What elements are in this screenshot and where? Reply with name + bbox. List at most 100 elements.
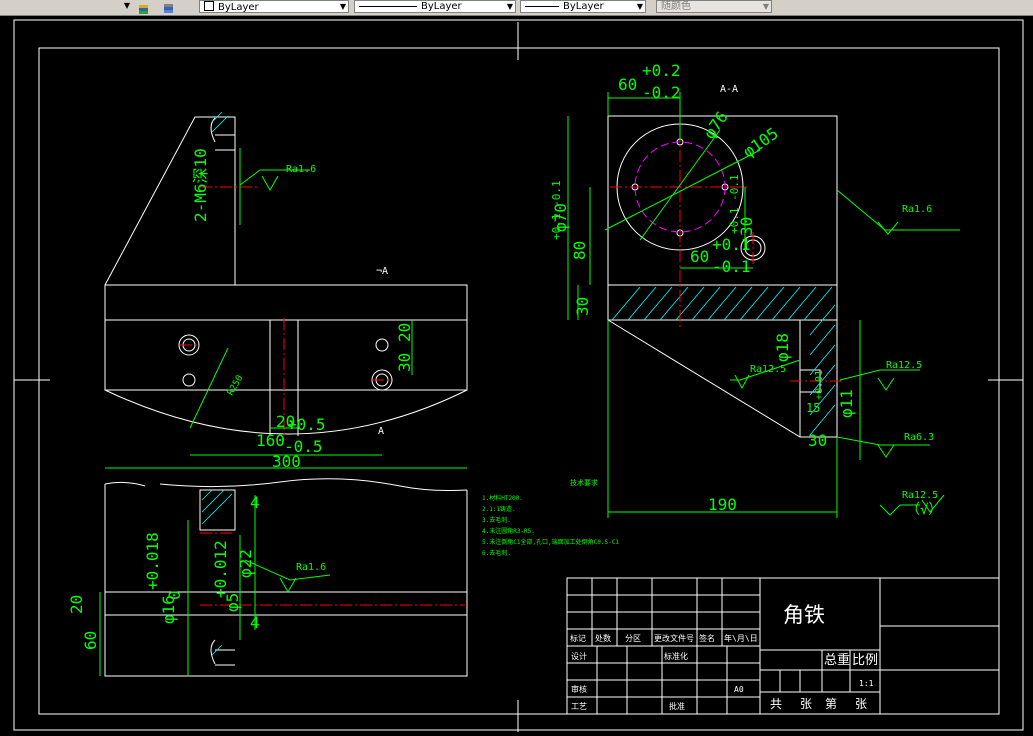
rough-r1: Ra12.5 [886, 360, 922, 371]
rough-r2: Ra6.3 [904, 432, 934, 443]
tb-design: 设计 [571, 651, 587, 661]
dim-20c: 20 [67, 595, 86, 614]
dim-15-tol: +0.01 [814, 370, 825, 400]
dim-phi16-tol-up: +0.018 [143, 532, 162, 590]
tb-header-doc: 更改文件号 [654, 633, 694, 643]
tb-sheet-size: A0 [734, 685, 744, 694]
layer-dropdown[interactable]: ▼ [0, 0, 132, 13]
tb-process: 工艺 [571, 702, 587, 711]
note-line: 6.去毛刺. [482, 549, 511, 557]
dim-2m6: 2-M6深10 [191, 148, 210, 222]
dim-80: 80 [570, 241, 589, 260]
rough-general: Ra12.5 [902, 490, 938, 501]
tb-total-weight: 总重 [824, 652, 850, 668]
note-line: 2.1:1铸造. [482, 505, 516, 513]
tb-zhang2: 张 [855, 697, 867, 711]
dim-190: 190 [708, 495, 737, 514]
tb-zhang1: 张 [800, 697, 812, 711]
tb-header-count: 处数 [595, 633, 611, 643]
dim-60b-tol-up: +0.1 [712, 235, 751, 254]
dim-r250: R250 [226, 374, 246, 398]
dim-60-tol-dn: -0.2 [642, 83, 681, 102]
note-line: 5.未注倒角C1全部,孔口,端面加工处倒角C0.5-C1 [482, 538, 619, 546]
chevron-down-icon: ▼ [636, 2, 643, 11]
section-view: A-A 60 +0.2 -0.2 φ76 φ105 80 +0.1 -0.1 φ… [550, 61, 960, 518]
layer-previous-icon[interactable] [137, 0, 151, 14]
dim-4-top: 4 [250, 493, 260, 512]
section-title: A-A [720, 84, 738, 95]
tb-header-date: 年\月\日 [724, 633, 758, 643]
dim-phi22: φ22 [236, 549, 255, 578]
dim-60-tol-up: +0.2 [642, 61, 681, 80]
dim-phi11: φ11 [837, 389, 856, 418]
tb-scale-value: 1:1 [859, 679, 874, 688]
chevron-down-icon: ▼ [123, 1, 130, 10]
note-line: 3.去毛刺. [482, 516, 511, 524]
tb-review: 审核 [571, 684, 587, 694]
lineweight-sample-icon [525, 5, 559, 7]
dim-60b-tol-dn: -0.1 [712, 257, 751, 276]
dim-15: 15 [806, 401, 820, 415]
rough-right: Ra1.6 [902, 204, 932, 215]
tb-standard: 标准化 [664, 651, 688, 661]
rough-top: Ra1.6 [286, 164, 316, 175]
dim-phi16-tol-dn: 0 [165, 590, 184, 600]
section-mark-top: ¬A [376, 266, 388, 277]
color-control-value: ByLayer [218, 2, 259, 13]
tb-header-mark: 标记 [570, 633, 586, 643]
dim-phi70: φ70 [551, 203, 570, 232]
section-mark-bottom: A [378, 426, 384, 437]
top-plate [104, 284, 468, 321]
drawing-canvas[interactable]: 2-M6深10 Ra1.6 R250 20 160 +0.5 -0.5 300 … [0, 16, 1033, 736]
dim-60b-main: 60 [690, 247, 709, 266]
plotstyle-control-value: 随颜色 [661, 1, 691, 12]
hatch-section [611, 286, 836, 436]
notes-heading: 技术要求 [570, 478, 598, 487]
dim-60-main: 60 [618, 75, 637, 94]
linetype-control[interactable]: ByLayer ▼ [354, 0, 516, 13]
rough-general-sym: （√） [906, 502, 942, 518]
rough-bottom: Ra1.6 [296, 562, 326, 573]
dim-phi76: φ76 [700, 108, 732, 143]
tb-di: 第 [825, 697, 837, 711]
properties-toolbar: ▼ ByLayer ▼ ByLayer ▼ ByLayer ▼ 随颜色 ▼ [0, 0, 1033, 16]
plotstyle-control: 随颜色 ▼ [656, 0, 772, 13]
dim-30c: 30 [808, 431, 827, 450]
dim-phi5-tol: +0.012 [211, 540, 230, 598]
note-line: 1.材料HT200. [482, 494, 523, 502]
rib-outline [104, 116, 236, 286]
chevron-down-icon: ▼ [506, 2, 513, 11]
tb-gong: 共 [770, 697, 782, 711]
linetype-sample-icon [359, 5, 417, 7]
dim-20b: 20 [395, 323, 414, 342]
dim-60: 60 [81, 631, 100, 650]
color-swatch-icon [204, 1, 214, 11]
chevron-down-icon: ▼ [339, 2, 346, 11]
tb-header-sign: 签名 [699, 633, 715, 643]
linetype-control-value: ByLayer [421, 1, 462, 12]
layer-states-icon[interactable] [162, 0, 176, 13]
dim-160-tol-up: +0.5 [287, 415, 326, 434]
tb-scale-label: 比例 [852, 653, 878, 668]
left-view: 2-M6深10 Ra1.6 R250 20 160 +0.5 -0.5 300 … [67, 111, 468, 677]
title-block: 角铁 标记 处数 分区 更改文件号 签名 年\月\日 设计 标准化 审核 工艺 … [566, 577, 1000, 715]
dim-160-main: 160 [256, 431, 285, 450]
color-control[interactable]: ByLayer ▼ [199, 0, 349, 13]
dim-30b-tol: +0.1 -0.1 [728, 174, 741, 234]
tb-header-zone: 分区 [625, 634, 641, 643]
chevron-down-icon: ▼ [762, 2, 769, 11]
technical-notes: 技术要求 1.材料HT200. 2.1:1铸造. 3.去毛刺. 4.未注圆角R3… [482, 478, 619, 557]
lineweight-control[interactable]: ByLayer ▼ [520, 0, 646, 13]
tb-approve: 批准 [669, 701, 685, 711]
part-name: 角铁 [783, 603, 825, 627]
dim-300: 300 [272, 452, 301, 471]
dim-phi105: φ105 [739, 124, 781, 162]
dimensions-section [567, 92, 960, 518]
dim-phi18: φ18 [773, 333, 792, 362]
lineweight-control-value: ByLayer [563, 1, 604, 12]
r250-leader [189, 347, 229, 429]
dim-30: 30 [573, 297, 592, 316]
rough-mid: Ra12.5 [750, 364, 786, 375]
drawing-frame [13, 19, 1024, 732]
dim-30: 30 [395, 353, 414, 372]
